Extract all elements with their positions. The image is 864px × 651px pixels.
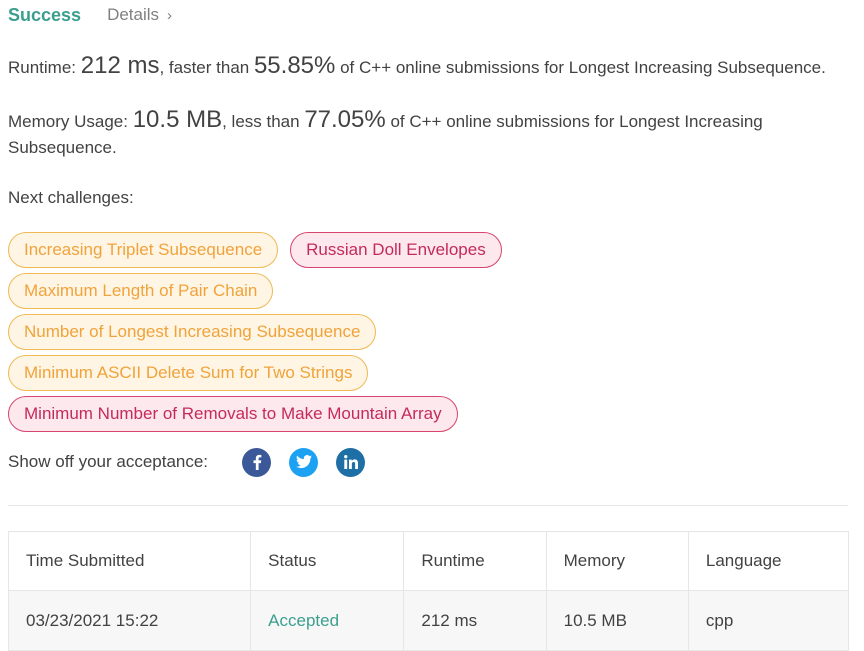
chevron-right-icon: › bbox=[167, 6, 173, 24]
runtime-mid: , faster than bbox=[159, 58, 254, 77]
table-header-row: Time Submitted Status Runtime Memory Lan… bbox=[7, 531, 850, 591]
details-label: Details bbox=[107, 5, 160, 24]
memory-label: Memory Usage: bbox=[8, 112, 133, 131]
runtime-stat: Runtime: 212 ms, faster than 55.85% of C… bbox=[8, 53, 826, 81]
memory-percent: 77.05% bbox=[304, 106, 386, 133]
challenge-tag[interactable]: Minimum Number of Removals to Make Mount… bbox=[8, 396, 458, 432]
runtime-value: 212 ms bbox=[80, 52, 160, 79]
header-memory[interactable]: Memory bbox=[545, 531, 689, 591]
header-time-submitted[interactable]: Time Submitted bbox=[7, 531, 252, 591]
table-row: 03/23/2021 15:22 Accepted 212 ms 10.5 MB… bbox=[7, 590, 850, 651]
challenge-tag[interactable]: Russian Doll Envelopes bbox=[290, 232, 502, 268]
linkedin-icon[interactable] bbox=[336, 447, 366, 477]
next-challenges-label: Next challenges: bbox=[8, 188, 134, 207]
share-section: Show off your acceptance: bbox=[8, 446, 383, 478]
header-runtime[interactable]: Runtime bbox=[403, 531, 547, 591]
share-label: Show off your acceptance: bbox=[8, 452, 209, 471]
cell-runtime: 212 ms bbox=[403, 590, 547, 651]
memory-mid: , less than bbox=[222, 112, 305, 131]
submissions-table: Time Submitted Status Runtime Memory Lan… bbox=[7, 531, 850, 651]
header-language[interactable]: Language bbox=[687, 531, 850, 591]
challenge-tag[interactable]: Maximum Length of Pair Chain bbox=[8, 273, 274, 309]
facebook-icon[interactable] bbox=[242, 447, 272, 477]
memory-stat: Memory Usage: 10.5 MB, less than 77.05% … bbox=[8, 107, 838, 161]
challenge-tag[interactable]: Minimum ASCII Delete Sum for Two Strings bbox=[8, 355, 369, 391]
runtime-label: Runtime: bbox=[8, 58, 81, 77]
memory-value: 10.5 MB bbox=[132, 106, 223, 133]
runtime-tail: of C++ online submissions for Longest In… bbox=[335, 58, 826, 77]
cell-time: 03/23/2021 15:22 bbox=[7, 590, 252, 651]
details-link[interactable]: Details › bbox=[107, 5, 172, 25]
cell-language: cpp bbox=[687, 590, 850, 651]
challenge-tag[interactable]: Number of Longest Increasing Subsequence bbox=[8, 314, 377, 350]
status-title: Success bbox=[8, 4, 82, 25]
cell-status[interactable]: Accepted bbox=[250, 590, 405, 651]
next-challenges-list: Increasing Triplet Subsequence Russian D… bbox=[8, 232, 608, 437]
result-header: Success Details › bbox=[8, 2, 172, 28]
twitter-icon[interactable] bbox=[289, 447, 319, 477]
cell-memory: 10.5 MB bbox=[545, 590, 689, 651]
challenge-tag[interactable]: Increasing Triplet Subsequence bbox=[8, 232, 279, 268]
divider bbox=[8, 505, 848, 506]
runtime-percent: 55.85% bbox=[253, 52, 336, 79]
header-status[interactable]: Status bbox=[250, 531, 405, 591]
